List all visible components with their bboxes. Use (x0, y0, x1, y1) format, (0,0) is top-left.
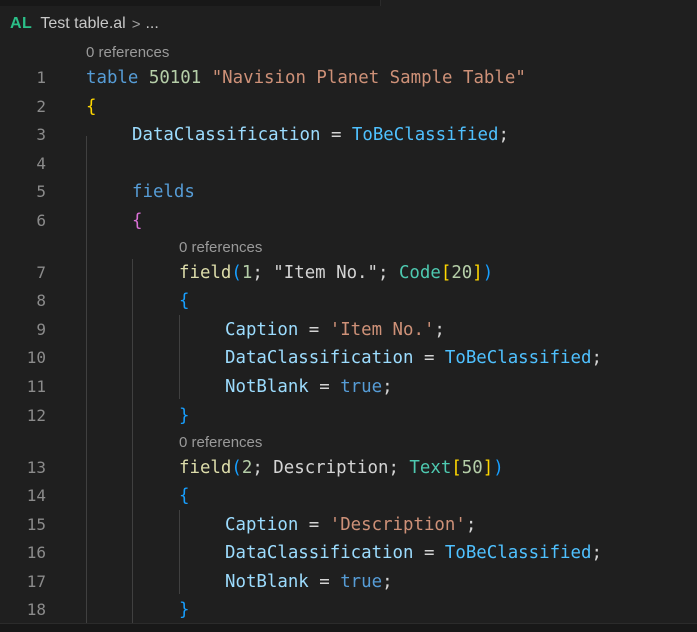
al-language-icon: AL (10, 15, 33, 32)
breadcrumb-more[interactable]: ... (145, 15, 158, 33)
code-line: 8 { (0, 287, 697, 315)
code-line: 17 NotBlank = true; (0, 568, 697, 596)
code-text[interactable]: DataClassification = ToBeClassified; (225, 344, 602, 372)
line-number: 9 (36, 320, 46, 339)
code-text[interactable]: DataClassification = ToBeClassified; (225, 539, 602, 567)
code-text[interactable]: field(1; "Item No."; Code[20]) (179, 259, 493, 287)
line-number: 8 (36, 291, 46, 310)
line-number: 16 (26, 543, 46, 562)
editor-bottom-edge (0, 623, 697, 632)
code-line: 16 DataClassification = ToBeClassified; (0, 539, 697, 567)
code-text[interactable]: NotBlank = true; (225, 568, 393, 596)
chevron-right-icon: > (131, 15, 141, 33)
line-number: 3 (36, 125, 46, 144)
code-text[interactable]: { (86, 93, 96, 121)
code-line: 10 DataClassification = ToBeClassified; (0, 344, 697, 372)
code-text[interactable]: field(2; Description; Text[50]) (179, 454, 504, 482)
line-number: 15 (26, 515, 46, 534)
code-text[interactable]: } (179, 596, 189, 624)
line-number: 11 (26, 377, 46, 396)
code-line: 11 NotBlank = true; (0, 373, 697, 401)
line-number: 6 (36, 211, 46, 230)
code-text[interactable]: { (179, 482, 189, 510)
code-text[interactable]: NotBlank = true; (225, 373, 393, 401)
line-number: 13 (26, 458, 46, 477)
code-line: 2 { (0, 93, 697, 121)
code-line: 5 fields (0, 178, 697, 206)
code-editor[interactable]: 0 references 0 references 0 references 1… (0, 42, 697, 624)
line-number: 10 (26, 348, 46, 367)
code-text[interactable]: Caption = 'Description'; (225, 511, 476, 539)
code-line: 18 } (0, 596, 697, 624)
line-number: 5 (36, 182, 46, 201)
line-number: 4 (36, 154, 46, 173)
line-number: 12 (26, 406, 46, 425)
code-text[interactable]: fields (132, 178, 195, 206)
code-lens-references[interactable]: 0 references (179, 239, 262, 256)
line-number: 2 (36, 97, 46, 116)
breadcrumb: AL Test table.al > ... (0, 6, 697, 42)
code-text[interactable]: Caption = 'Item No.'; (225, 316, 445, 344)
line-number: 14 (26, 486, 46, 505)
code-text[interactable]: DataClassification = ToBeClassified; (132, 121, 509, 149)
code-line: 14 { (0, 482, 697, 510)
code-text[interactable]: { (179, 287, 189, 315)
code-line: 9 Caption = 'Item No.'; (0, 316, 697, 344)
code-line: 4 (0, 150, 697, 178)
code-text[interactable]: } (179, 402, 189, 430)
code-line: 12 } (0, 402, 697, 430)
code-line: 3 DataClassification = ToBeClassified; (0, 121, 697, 149)
line-number: 18 (26, 600, 46, 619)
code-text[interactable]: { (132, 207, 142, 235)
code-lens-references[interactable]: 0 references (86, 44, 169, 61)
code-line: 6 { (0, 207, 697, 235)
line-number: 1 (36, 68, 46, 87)
code-text[interactable]: table 50101 "Navision Planet Sample Tabl… (86, 64, 526, 92)
code-line: 13 field(2; Description; Text[50]) (0, 454, 697, 482)
line-number: 7 (36, 263, 46, 282)
code-lens-references[interactable]: 0 references (179, 434, 262, 451)
breadcrumb-file[interactable]: Test table.al (40, 15, 125, 33)
code-line: 15 Caption = 'Description'; (0, 511, 697, 539)
code-line: 7 field(1; "Item No."; Code[20]) (0, 259, 697, 287)
code-line: 1 table 50101 "Navision Planet Sample Ta… (0, 64, 697, 92)
line-number: 17 (26, 572, 46, 591)
